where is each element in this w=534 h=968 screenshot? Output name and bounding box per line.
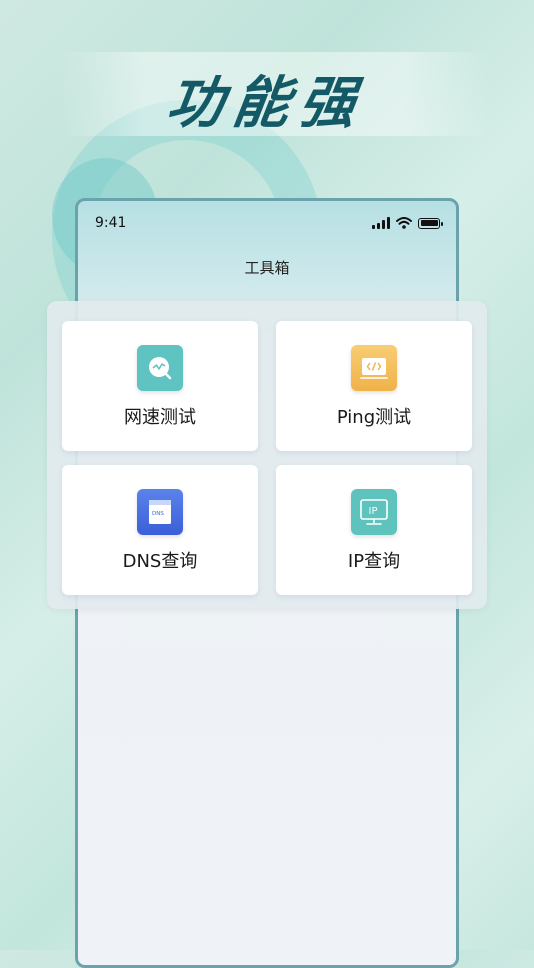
dns-icon: DNS: [137, 489, 183, 535]
tool-label: DNS查询: [122, 551, 198, 572]
tool-label: Ping测试: [336, 407, 412, 428]
tool-card-ip-query[interactable]: IP IP查询: [276, 465, 472, 595]
ip-icon-text: IP: [369, 506, 378, 517]
ip-monitor-icon: IP: [351, 489, 397, 535]
battery-icon: [418, 217, 443, 229]
tool-card-dns-query[interactable]: DNS DNS查询: [62, 465, 258, 595]
dns-icon-text: DNS: [152, 511, 164, 517]
tool-card-speed-test[interactable]: 网速测试: [62, 321, 258, 451]
code-terminal-icon: [351, 345, 397, 391]
speed-test-icon: [137, 345, 183, 391]
promo-headline: 功能强: [162, 71, 370, 136]
status-time: 9:41: [95, 215, 127, 231]
wifi-icon: [396, 217, 412, 229]
tool-label: 网速测试: [124, 407, 196, 428]
tool-card-ping-test[interactable]: Ping测试: [276, 321, 472, 451]
cellular-signal-icon: [372, 217, 390, 229]
tool-label: IP查询: [347, 551, 401, 572]
tools-panel: 网速测试 Ping测试 DNS DNS查询 IP IP查询: [47, 301, 487, 609]
page-title: 工具箱: [244, 259, 290, 277]
status-icons: [372, 217, 443, 229]
